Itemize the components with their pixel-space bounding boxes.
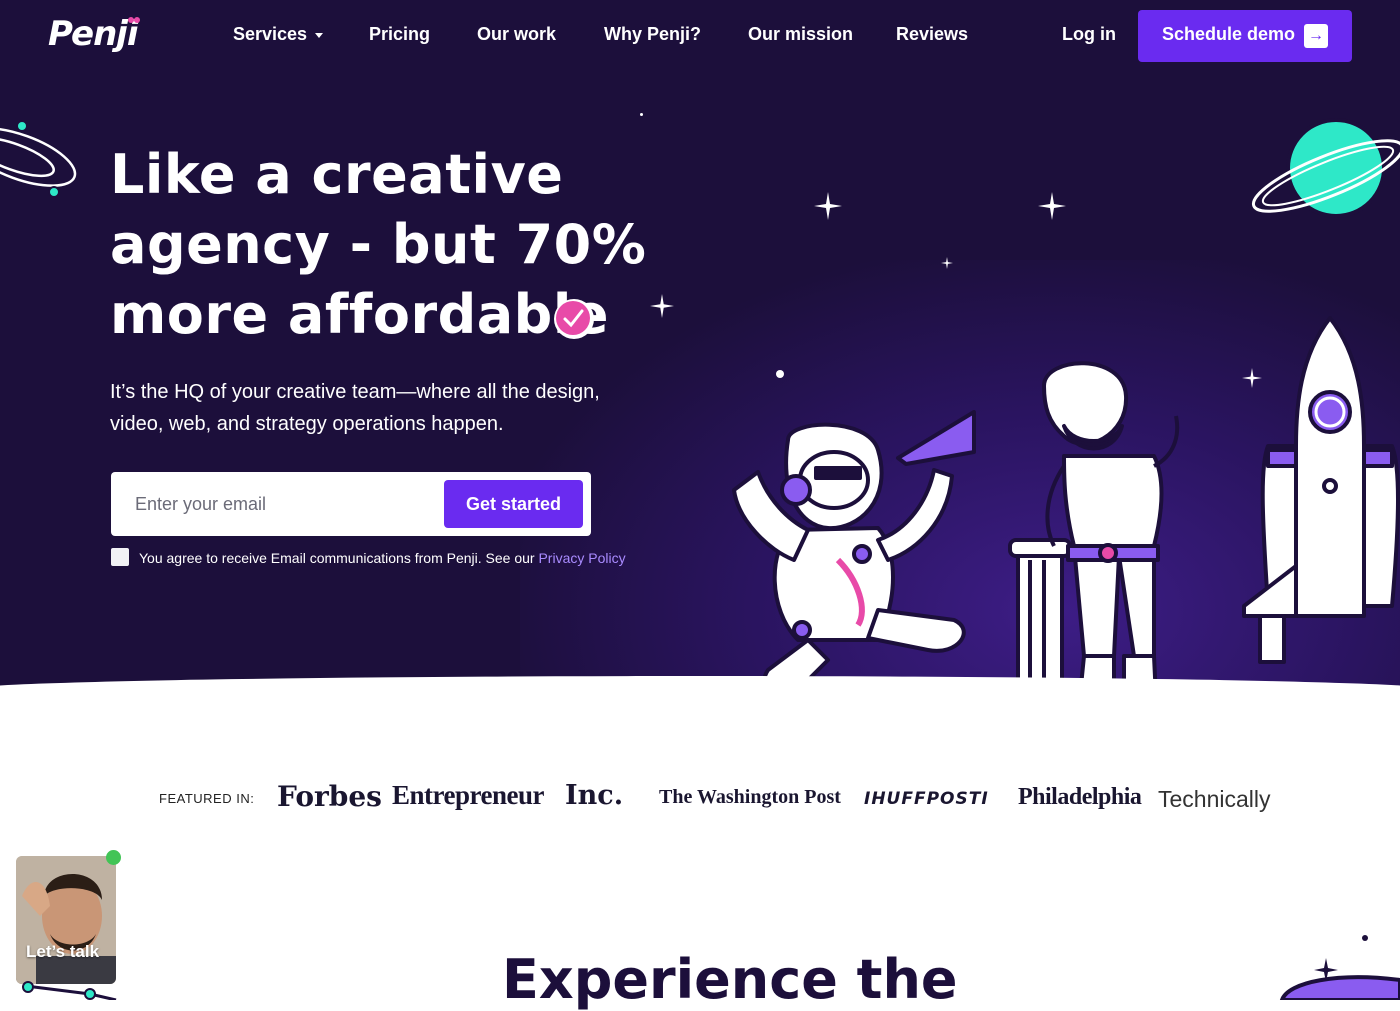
headline-line-2: agency - but 70% <box>110 213 647 276</box>
philadelphia-logo: Philadelphia <box>1018 784 1142 810</box>
online-status-dot <box>106 850 121 865</box>
technically-logo: Technically <box>1158 786 1271 812</box>
orbit-decoration-bottom-icon <box>22 981 117 1000</box>
nav-services-label: Services <box>233 24 308 44</box>
schedule-demo-button[interactable]: Schedule demo → <box>1138 10 1352 62</box>
section-heading: Experience the <box>502 948 958 1011</box>
login-link[interactable]: Log in <box>1062 24 1116 45</box>
orbit-decoration-left-icon <box>0 120 77 198</box>
headline-line-3: more affordable <box>110 283 609 346</box>
nav-our-work[interactable]: Our work <box>477 24 556 45</box>
email-input[interactable] <box>111 472 431 536</box>
chat-widget-label: Let’s talk <box>26 942 100 961</box>
arrow-right-icon: → <box>1304 24 1328 48</box>
nav-why-penji[interactable]: Why Penji? <box>604 24 701 45</box>
chat-widget[interactable]: Let’s talk <box>16 856 116 984</box>
consent-label: You agree to receive Email communication… <box>139 550 539 566</box>
star-dot <box>640 113 643 116</box>
hero-subcopy: It’s the HQ of your creative team—where … <box>110 381 600 435</box>
privacy-policy-link[interactable]: Privacy Policy <box>538 550 625 566</box>
sparkle-icon <box>941 257 953 269</box>
logo-dots-icon <box>128 17 140 23</box>
support-person-avatar <box>16 856 116 984</box>
entrepreneur-logo: Entrepreneur <box>392 780 545 810</box>
astronaut-man-illustration <box>1006 361 1180 714</box>
planet-corner-icon <box>1279 935 1400 1000</box>
star-dot <box>776 370 784 378</box>
chevron-down-icon <box>315 32 324 38</box>
huffpost-logo: IHUFFPOSTI <box>864 789 989 809</box>
email-signup-form: Get started <box>111 472 591 536</box>
check-badge-icon <box>554 299 594 339</box>
penji-logo[interactable]: Penji <box>48 14 139 54</box>
forbes-logo: Forbes <box>277 780 382 813</box>
planet-icon <box>1251 118 1400 218</box>
inc-logo: Inc. <box>565 780 624 811</box>
consent-checkbox[interactable] <box>111 548 129 566</box>
nav-pricing[interactable]: Pricing <box>369 24 430 45</box>
nav-reviews[interactable]: Reviews <box>896 24 968 45</box>
sparkle-icon <box>814 192 842 220</box>
bear-astronaut-illustration <box>732 410 976 703</box>
get-started-button[interactable]: Get started <box>444 480 583 528</box>
rocket-illustration <box>1242 316 1400 664</box>
schedule-demo-label: Schedule demo <box>1162 24 1296 44</box>
hero-ground-curve <box>0 676 1400 760</box>
headline-line-1: Like a creative <box>110 143 564 206</box>
sparkle-icon <box>1038 192 1066 220</box>
consent-text: You agree to receive Email communication… <box>139 548 629 568</box>
nav-services[interactable]: Services <box>233 24 324 45</box>
washington-post-logo: The Washington Post <box>659 786 841 808</box>
nav-our-mission[interactable]: Our mission <box>748 24 853 45</box>
hero-headline: Like a creative agency - but 70% more af… <box>110 140 710 350</box>
featured-in-label: FEATURED IN: <box>159 791 255 806</box>
